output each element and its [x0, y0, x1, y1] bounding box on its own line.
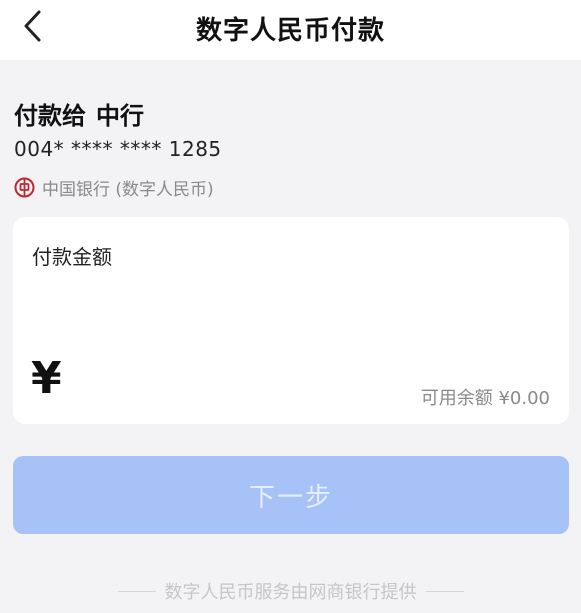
payee-bank: 中国银行 (数字人民币) — [14, 176, 214, 200]
payee-name: 中行 — [96, 102, 144, 130]
page-title: 数字人民币付款 — [195, 16, 385, 46]
top-nav-bar: 数字人民币付款 — [0, 0, 581, 60]
footer-note: 数字人民币服务由网商银行提供 — [0, 578, 581, 604]
payee-bank-name: 中国银行 (数字人民币) — [42, 179, 214, 200]
payee-heading: 付款给 中行 — [14, 96, 144, 131]
next-step-button[interactable]: 下一步 — [13, 456, 569, 534]
payee-account-number: 004* **** **** 1285 — [14, 137, 222, 161]
amount-card: 付款金额 ¥ 可用余额 ¥0.00 — [13, 217, 569, 424]
footer-divider-right — [425, 590, 464, 592]
footer-divider-left — [117, 590, 156, 592]
payee-prefix: 付款给 — [14, 102, 86, 130]
amount-input[interactable]: ¥ — [31, 357, 62, 401]
available-balance: 可用余额 ¥0.00 — [420, 388, 550, 409]
amount-label: 付款金额 — [32, 245, 112, 269]
footer-text: 数字人民币服务由网商银行提供 — [164, 582, 417, 603]
bank-of-china-logo-icon — [14, 177, 35, 197]
